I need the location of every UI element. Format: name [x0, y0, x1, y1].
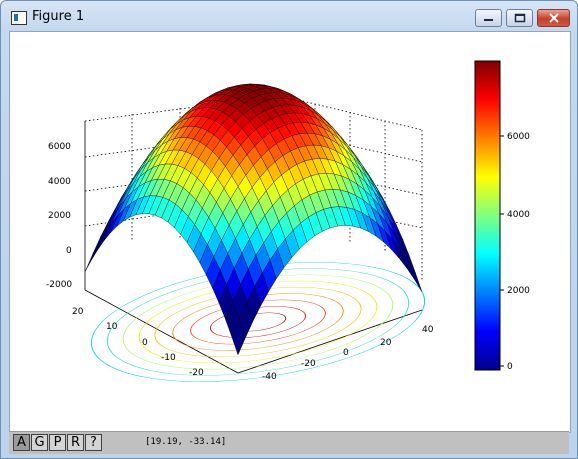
- x-tick: -40: [262, 372, 277, 382]
- y-tick: -20: [189, 368, 204, 378]
- colorbar: [474, 60, 501, 371]
- z-tick: -2000: [46, 280, 72, 290]
- close-button[interactable]: [537, 9, 570, 27]
- title-bar[interactable]: Figure 1: [1, 1, 577, 31]
- pan-button[interactable]: P: [49, 434, 66, 451]
- colorbar-tick: 4000: [507, 210, 530, 220]
- surface-patch: [97, 222, 112, 250]
- z-tick: 6000: [48, 142, 71, 152]
- colorbar-tick: 6000: [507, 132, 530, 142]
- figure-canvas[interactable]: 6000 4000 2000 0 -2000 20 10 0 -10 -20 4…: [9, 31, 571, 433]
- x-tick: -20: [301, 359, 316, 369]
- x-tick: 20: [380, 338, 392, 348]
- surface-plot[interactable]: 6000 4000 2000 0 -2000 20 10 0 -10 -20 4…: [10, 32, 570, 432]
- surface-patch: [91, 231, 106, 261]
- maximize-button[interactable]: [506, 9, 533, 27]
- window-icon: [11, 11, 27, 25]
- y-tick: 20: [72, 307, 84, 317]
- colorbar-ticks: [500, 135, 504, 367]
- y-tick: 0: [142, 338, 148, 348]
- surface-patch: [84, 242, 100, 272]
- figure-window: Figure 1 6000 4000 2000 0 -2000 20 10 0 …: [0, 0, 578, 459]
- help-button[interactable]: ?: [85, 434, 102, 451]
- z-tick: 0: [66, 246, 72, 256]
- cursor-coordinates: [19.19, -33.14]: [145, 437, 227, 447]
- y-tick: 10: [106, 322, 118, 332]
- colorbar-tick: 2000: [507, 286, 530, 296]
- minimize-button[interactable]: [475, 9, 502, 27]
- status-bar: A G P R ? [19.19, -33.14]: [9, 431, 569, 454]
- colorbar-tick: 0: [507, 362, 513, 372]
- x-tick: 0: [343, 348, 349, 358]
- surface-mesh: [84, 83, 423, 356]
- surface-patch: [407, 260, 423, 292]
- z-tick: 4000: [48, 177, 71, 187]
- z-axis-ticks: 6000 4000 2000 0 -2000: [46, 142, 72, 290]
- grid-button[interactable]: G: [31, 434, 48, 451]
- y-tick: -10: [161, 353, 176, 363]
- rotate-button[interactable]: R: [67, 434, 84, 451]
- x-tick: 40: [422, 325, 434, 335]
- autoscale-button[interactable]: A: [13, 434, 30, 451]
- window-title: Figure 1: [32, 9, 85, 24]
- z-tick: 2000: [48, 211, 71, 221]
